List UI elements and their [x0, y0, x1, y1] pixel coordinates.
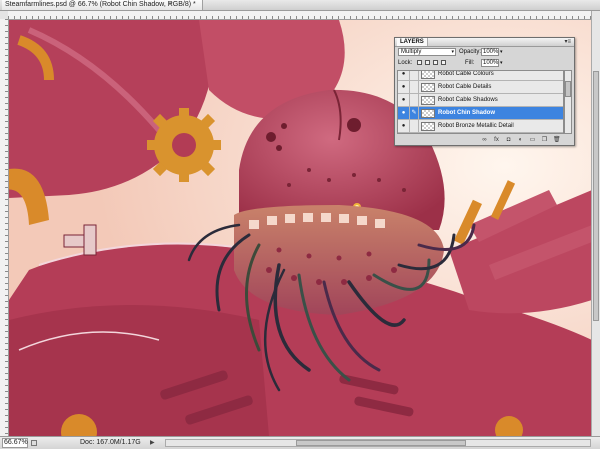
- gear-shape: [147, 108, 221, 182]
- layer-row[interactable]: ● Robot Cable Details: [398, 81, 563, 94]
- chevron-down-icon: ▾: [451, 49, 454, 55]
- layers-scrollbar[interactable]: [564, 70, 572, 134]
- lock-image-pixels-icon[interactable]: [425, 60, 430, 65]
- layer-row[interactable]: ● Robot Cable Colours: [398, 71, 563, 81]
- layer-name[interactable]: Robot Cable Colours: [438, 71, 494, 80]
- document-size-info: Doc: 167.0M/1.17G: [80, 439, 141, 446]
- layer-thumbnail: [421, 109, 435, 118]
- fx-icon[interactable]: fx: [493, 137, 500, 144]
- layers-panel-footer: ∞ fx ◘ ◐ ▭ ❐ 🗑: [395, 136, 574, 145]
- layer-thumbnail: [421, 83, 435, 92]
- link-cell[interactable]: [410, 81, 419, 93]
- status-bar: 66.67% Doc: 167.0M/1.17G ▶: [0, 436, 600, 449]
- layer-row-selected[interactable]: ● ✎ Robot Chin Shadow: [398, 107, 563, 120]
- vertical-ruler[interactable]: [0, 19, 9, 436]
- eye-icon[interactable]: ●: [398, 120, 410, 132]
- horizontal-scrollbar-thumb[interactable]: [296, 440, 466, 446]
- panel-menu-icon[interactable]: ▾≡: [564, 38, 571, 46]
- layers-scrollbar-thumb[interactable]: [565, 81, 571, 97]
- eye-icon[interactable]: ●: [398, 71, 410, 80]
- fill-label: Fill:: [465, 60, 475, 66]
- status-info-icon[interactable]: [31, 440, 37, 446]
- fill-input[interactable]: 100%: [481, 59, 499, 67]
- link-cell[interactable]: [410, 94, 419, 106]
- layer-name[interactable]: Robot Cable Details: [438, 81, 491, 93]
- vertical-scrollbar-thumb[interactable]: [593, 71, 599, 321]
- eye-icon[interactable]: ●: [398, 94, 410, 106]
- layers-panel: LAYERS ▾≡ Multiply ▾ Opacity: 100% ▾ Loc…: [394, 37, 575, 146]
- blend-mode-value: Multiply: [401, 49, 422, 55]
- zoom-level-field[interactable]: 66.67%: [2, 438, 28, 448]
- vertical-scrollbar[interactable]: [591, 11, 600, 436]
- layer-thumbnail: [421, 96, 435, 105]
- link-cell[interactable]: [410, 120, 419, 132]
- lock-all-icon[interactable]: [441, 60, 446, 65]
- layers-panel-header[interactable]: LAYERS ▾≡: [395, 38, 574, 47]
- adjustment-icon[interactable]: ◐: [517, 137, 524, 144]
- layer-name[interactable]: Robot Chin Shadow: [438, 107, 495, 119]
- mask-icon[interactable]: ◘: [505, 137, 512, 144]
- layer-list: ● Robot Cable Colours ● Robot Cable Deta…: [397, 70, 564, 134]
- horizontal-ruler[interactable]: [8, 11, 592, 20]
- layer-thumbnail: [421, 71, 435, 79]
- layer-name[interactable]: Robot Cable Shadows: [438, 94, 498, 106]
- fill-slider-arrow-icon[interactable]: ▾: [500, 59, 503, 67]
- folder-icon[interactable]: ▭: [529, 137, 536, 144]
- opacity-input[interactable]: 100%: [481, 48, 499, 56]
- brush-icon[interactable]: ✎: [410, 107, 419, 119]
- eye-icon[interactable]: ●: [398, 107, 410, 119]
- status-menu-arrow-icon[interactable]: ▶: [150, 437, 155, 449]
- lock-position-icon[interactable]: [433, 60, 438, 65]
- trash-icon[interactable]: 🗑: [553, 137, 561, 144]
- layer-row[interactable]: ● Robot Cable Shadows: [398, 94, 563, 107]
- lock-transparency-icon[interactable]: [417, 60, 422, 65]
- eye-icon[interactable]: ●: [398, 81, 410, 93]
- link-cell[interactable]: [410, 71, 419, 80]
- horizontal-scrollbar[interactable]: [165, 439, 591, 447]
- document-tab-bar: Steamfarmlines.psd @ 66.7% (Robot Chin S…: [0, 0, 600, 11]
- lock-label: Lock:: [398, 60, 413, 66]
- link-icon[interactable]: ∞: [481, 137, 488, 144]
- layer-name[interactable]: Robot Bronze Metallic Detail: [438, 120, 514, 132]
- opacity-label: Opacity:: [459, 49, 482, 55]
- blend-mode-select[interactable]: Multiply ▾: [398, 48, 456, 56]
- opacity-slider-arrow-icon[interactable]: ▾: [500, 48, 503, 56]
- new-layer-icon[interactable]: ❐: [541, 137, 548, 144]
- layer-thumbnail: [421, 122, 435, 131]
- layers-tab[interactable]: LAYERS: [397, 38, 428, 46]
- close-icon[interactable]: ×: [166, 0, 174, 10]
- layer-row[interactable]: ● Robot Bronze Metallic Detail: [398, 120, 563, 133]
